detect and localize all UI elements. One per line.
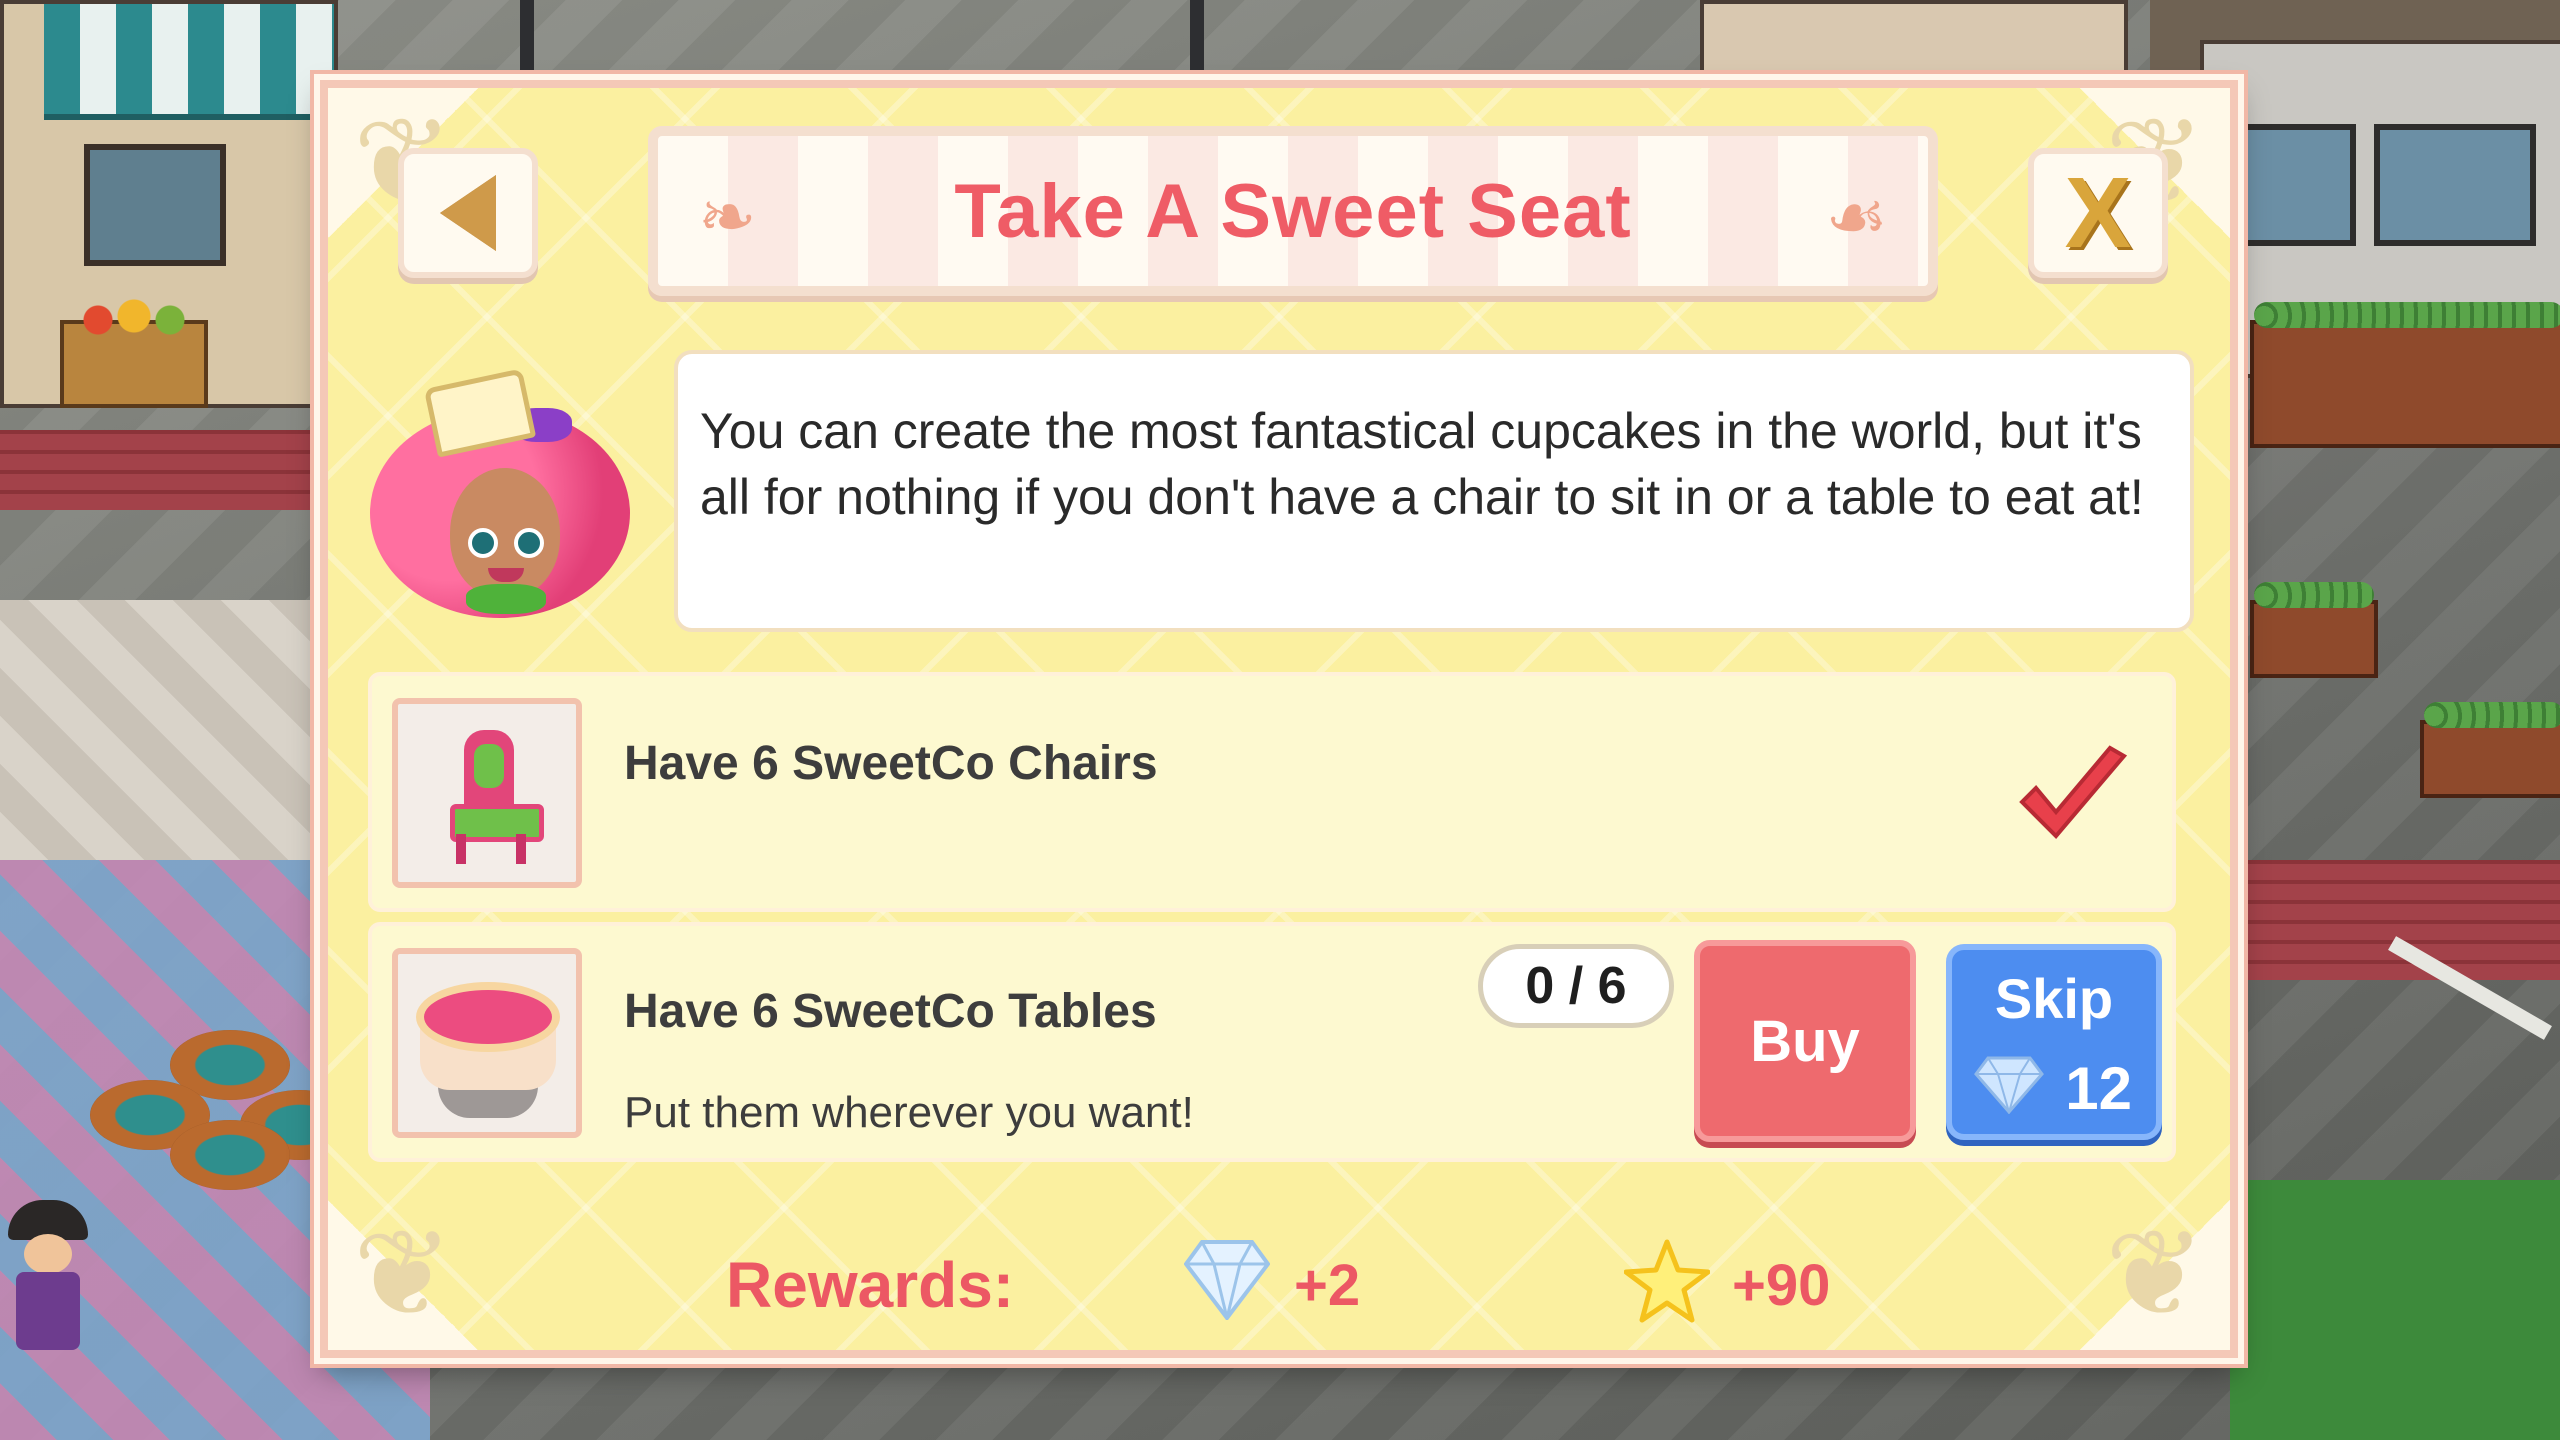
progress-counter: 0 / 6	[1478, 944, 1674, 1028]
rewards-label: Rewards:	[726, 1249, 1015, 1321]
skip-button[interactable]: Skip 12	[1946, 944, 2162, 1140]
quest-dialog: ❦ ❦ ❦ ❦ ❧ Take A Sweet Seat ☙ X You can …	[320, 80, 2238, 1358]
brick-wall	[2240, 860, 2560, 980]
diamond-icon	[1184, 1240, 1270, 1320]
fruit-stand	[60, 296, 208, 408]
striped-awning	[44, 4, 334, 120]
flower-planter	[2250, 582, 2378, 678]
task-row-tables: Have 6 SweetCo Tables Put them wherever …	[368, 922, 2176, 1162]
reward-stars-value: +90	[1732, 1253, 1831, 1318]
task-row-chairs: Have 6 SweetCo Chairs	[368, 672, 2176, 912]
task-title: Have 6 SweetCo Tables	[624, 985, 1157, 1038]
pirate-character[interactable]	[8, 1200, 88, 1350]
back-button[interactable]	[398, 148, 538, 278]
dialog-title: Take A Sweet Seat	[954, 168, 1632, 254]
street-lamp	[1190, 0, 1204, 80]
npc-portrait	[370, 368, 630, 618]
skip-label: Skip	[1994, 967, 2114, 1030]
pink-table-icon	[392, 948, 582, 1138]
quest-description: You can create the most fantastical cupc…	[700, 403, 2144, 525]
speech-bubble: You can create the most fantastical cupc…	[674, 350, 2194, 632]
buy-button[interactable]: Buy	[1694, 940, 1916, 1142]
title-banner: ❧ Take A Sweet Seat ☙	[648, 126, 1938, 296]
close-button[interactable]: X	[2028, 148, 2168, 278]
close-x-icon: X	[2064, 157, 2132, 269]
brick-wall	[0, 430, 330, 510]
flower-planter	[2420, 702, 2560, 798]
cafe-table	[170, 1120, 290, 1190]
shell-ornament-icon: ☙	[1825, 176, 1888, 258]
star-icon	[1624, 1239, 1710, 1323]
checkmark-icon	[2019, 745, 2128, 839]
corner-ornament-icon: ❦	[2080, 1200, 2230, 1350]
skip-cost: 12	[2065, 1055, 2132, 1122]
grass-patch	[2230, 1180, 2560, 1440]
task-subtitle: Put them wherever you want!	[624, 1088, 1194, 1137]
pink-chair-icon	[392, 698, 582, 888]
street-lamp	[520, 0, 534, 80]
corner-ornament-icon: ❦	[328, 1200, 478, 1350]
cafe-floor	[0, 600, 330, 860]
diamond-icon	[1974, 1056, 2044, 1114]
flower-planter	[2250, 302, 2560, 448]
task-title: Have 6 SweetCo Chairs	[624, 737, 1158, 790]
reward-gems-value: +2	[1294, 1253, 1361, 1318]
left-arrow-icon	[440, 175, 496, 251]
shell-ornament-icon: ❧	[698, 176, 757, 258]
building-window	[84, 144, 226, 266]
